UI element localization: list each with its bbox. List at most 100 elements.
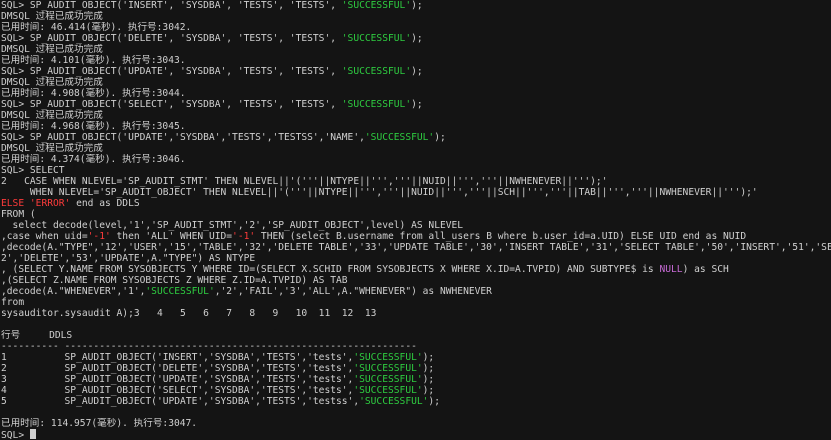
terminal-line: DMSQL 过程已成功完成 <box>1 44 831 55</box>
terminal-line: SQL> SP_AUDIT_OBJECT('SELECT', 'SYSDBA',… <box>1 99 831 110</box>
terminal-line: 已用时间: 114.957(毫秒). 执行号:3047. <box>1 418 831 429</box>
terminal-text: 3 SP_AUDIT_OBJECT('UPDATE','SYSDBA','TES… <box>1 374 354 385</box>
terminal-text: sysauditor.sysaudit A);3 4 5 6 7 8 9 10 … <box>1 308 377 319</box>
terminal-line: ,decode(A."TYPE",'12','USER','15','TABLE… <box>1 242 831 253</box>
terminal-text: ,(SELECT Z.NAME FROM SYSOBJECTS Z WHERE … <box>1 275 348 286</box>
terminal-line: 5 SP_AUDIT_OBJECT('UPDATE','SYSDBA','TES… <box>1 396 831 407</box>
terminal-line: ,decode(A."WHENEVER",'1','SUCCESSFUL','2… <box>1 286 831 297</box>
terminal-text: SQL> SP_AUDIT_OBJECT('DELETE', 'SYSDBA',… <box>1 33 342 44</box>
terminal-text: , (SELECT Y.NAME FROM SYSOBJECTS Y WHERE… <box>1 264 660 275</box>
terminal-text: 'SUCCESSFUL' <box>353 352 423 363</box>
terminal-line: SQL> SELECT <box>1 165 831 176</box>
terminal-line: SQL> <box>1 429 831 440</box>
terminal-text: SQL> <box>1 430 30 440</box>
terminal-text: 1 SP_AUDIT_OBJECT('INSERT','SYSDBA','TES… <box>1 352 354 363</box>
terminal-text: 'SUCCESSFUL' <box>341 99 412 110</box>
terminal-text: 'SUCCESSFUL' <box>353 385 423 396</box>
terminal-line: DMSQL 过程已成功完成 <box>1 11 831 22</box>
terminal-text: ); <box>411 66 423 77</box>
terminal-text: DMSQL 过程已成功完成 <box>1 143 103 154</box>
terminal-line: 2 SP_AUDIT_OBJECT('DELETE','SYSDBA','TES… <box>1 363 831 374</box>
terminal-text: 'SUCCESSFUL' <box>364 132 435 143</box>
terminal-line: ---------- -----------------------------… <box>1 341 831 352</box>
terminal-text: ); <box>422 352 435 363</box>
terminal-text: 5 SP_AUDIT_OBJECT('UPDATE','SYSDBA','TES… <box>1 396 360 407</box>
terminal-line: 已用时间: 4.374(毫秒). 执行号:3046. <box>1 154 831 165</box>
terminal-text: 2 CASE WHEN NLEVEL='SP_AUDIT_STMT' THEN … <box>1 176 608 187</box>
terminal-line: sysauditor.sysaudit A);3 4 5 6 7 8 9 10 … <box>1 308 831 319</box>
text-cursor <box>29 429 36 439</box>
terminal-text: ,decode(A."WHENEVER",'1', <box>1 286 146 297</box>
terminal-text: SQL> SELECT <box>1 165 65 176</box>
terminal-text: 2','DELETE','53','UPDATE',A."TYPE") AS N… <box>1 253 256 264</box>
terminal-text: ---------- -----------------------------… <box>1 341 417 352</box>
terminal-text: ); <box>411 99 423 110</box>
terminal-text: select decode(level,'1','SP_AUDIT_STMT',… <box>1 220 464 231</box>
terminal-text: DMSQL 过程已成功完成 <box>1 44 103 55</box>
terminal-text: 'SUCCESSFUL' <box>341 0 412 11</box>
terminal-text: ); <box>411 0 423 11</box>
terminal-text: ) as SCH <box>682 264 729 275</box>
terminal-text: 'SUCCESSFUL' <box>359 396 429 407</box>
terminal-text: 'SUCCESSFUL' <box>353 363 423 374</box>
terminal-text: 'ERROR' <box>29 198 71 209</box>
terminal-line: SQL> SP_AUDIT_OBJECT('INSERT', 'SYSDBA',… <box>1 0 831 11</box>
terminal-text: ); <box>428 396 440 407</box>
terminal-text: SQL> SP_AUDIT_OBJECT('INSERT', 'SYSDBA',… <box>1 0 342 11</box>
terminal-line: select decode(level,'1','SP_AUDIT_STMT',… <box>1 220 831 231</box>
terminal-text: 已用时间: 4.101(毫秒). 执行号:3043. <box>1 55 186 66</box>
terminal-line: 已用时间: 4.101(毫秒). 执行号:3043. <box>1 55 831 66</box>
terminal-text: ,case when uid= <box>1 231 88 242</box>
terminal-text: 已用时间: 4.968(毫秒). 执行号:3045. <box>1 121 186 132</box>
terminal-line: 4 SP_AUDIT_OBJECT('SELECT','SYSDBA','TES… <box>1 385 831 396</box>
terminal-text: SQL> SP_AUDIT_OBJECT('UPDATE','SYSDBA','… <box>1 132 365 143</box>
terminal-text: 已用时间: 4.908(毫秒). 执行号:3044. <box>1 88 186 99</box>
terminal-line: 1 SP_AUDIT_OBJECT('INSERT','SYSDBA','TES… <box>1 352 831 363</box>
terminal-line: , (SELECT Y.NAME FROM SYSOBJECTS Y WHERE… <box>1 264 831 275</box>
terminal-text: 已用时间: 46.414(毫秒). 执行号:3042. <box>1 22 192 33</box>
terminal-text: ); <box>422 385 435 396</box>
terminal-text: '-1' <box>87 231 111 242</box>
terminal-text: DMSQL 过程已成功完成 <box>1 77 103 88</box>
terminal-line: ,(SELECT Z.NAME FROM SYSOBJECTS Z WHERE … <box>1 275 831 286</box>
terminal-line: from <box>1 297 831 308</box>
terminal-line: ,case when uid='-1' then 'ALL' WHEN UID=… <box>1 231 831 242</box>
terminal-text: 已用时间: 4.374(毫秒). 执行号:3046. <box>1 154 186 165</box>
terminal-text: ); <box>422 374 435 385</box>
terminal-text: 已用时间: 114.957(毫秒). 执行号:3047. <box>1 418 198 429</box>
terminal-line: SQL> SP_AUDIT_OBJECT('DELETE', 'SYSDBA',… <box>1 33 831 44</box>
terminal-line: 行号 DDLS <box>1 330 831 341</box>
terminal-line: 已用时间: 4.908(毫秒). 执行号:3044. <box>1 88 831 99</box>
terminal-text: ELSE <box>1 198 30 209</box>
terminal-text: 2 SP_AUDIT_OBJECT('DELETE','SYSDBA','TES… <box>1 363 354 374</box>
terminal-line: ELSE 'ERROR' end as DDLS <box>1 198 831 209</box>
terminal-text: SQL> SP_AUDIT_OBJECT('UPDATE', 'SYSDBA',… <box>1 66 342 77</box>
terminal-text: '-1' <box>232 231 256 242</box>
terminal-text: end as DDLS <box>70 198 140 209</box>
terminal-line: 2','DELETE','53','UPDATE',A."TYPE") AS N… <box>1 253 831 264</box>
terminal-line: DMSQL 过程已成功完成 <box>1 77 831 88</box>
terminal-line: SQL> SP_AUDIT_OBJECT('UPDATE', 'SYSDBA',… <box>1 66 831 77</box>
terminal-text: 行号 DDLS <box>1 330 73 341</box>
terminal-line: WHEN NLEVEL='SP_AUDIT_OBJECT' THEN NLEVE… <box>1 187 831 198</box>
terminal-text: 'SUCCESSFUL' <box>341 66 412 77</box>
terminal-text: from <box>1 297 25 308</box>
terminal-text: ,'2','FAIL','3','ALL',A."WHENEVER") as N… <box>214 286 492 297</box>
terminal-window[interactable]: SQL> SP_AUDIT_OBJECT('INSERT', 'SYSDBA',… <box>0 0 831 440</box>
terminal-text: THEN (select B.username from all_users B… <box>255 231 747 242</box>
terminal-line: DMSQL 过程已成功完成 <box>1 143 831 154</box>
terminal-text: ); <box>411 33 423 44</box>
terminal-text: NULL <box>659 264 683 275</box>
terminal-line: DMSQL 过程已成功完成 <box>1 110 831 121</box>
terminal-line: 已用时间: 46.414(毫秒). 执行号:3042. <box>1 22 831 33</box>
terminal-text: WHEN NLEVEL='SP_AUDIT_OBJECT' THEN NLEVE… <box>1 187 758 198</box>
terminal-text: ); <box>434 132 446 143</box>
terminal-text: ,decode(A."TYPE",'12','USER','15','TABLE… <box>1 242 831 253</box>
terminal-text: then 'ALL' WHEN UID= <box>110 231 233 242</box>
terminal-text: 'SUCCESSFUL' <box>353 374 423 385</box>
terminal-line: 3 SP_AUDIT_OBJECT('UPDATE','SYSDBA','TES… <box>1 374 831 385</box>
terminal-text: 'SUCCESSFUL' <box>145 286 215 297</box>
terminal-text: DMSQL 过程已成功完成 <box>1 11 103 22</box>
